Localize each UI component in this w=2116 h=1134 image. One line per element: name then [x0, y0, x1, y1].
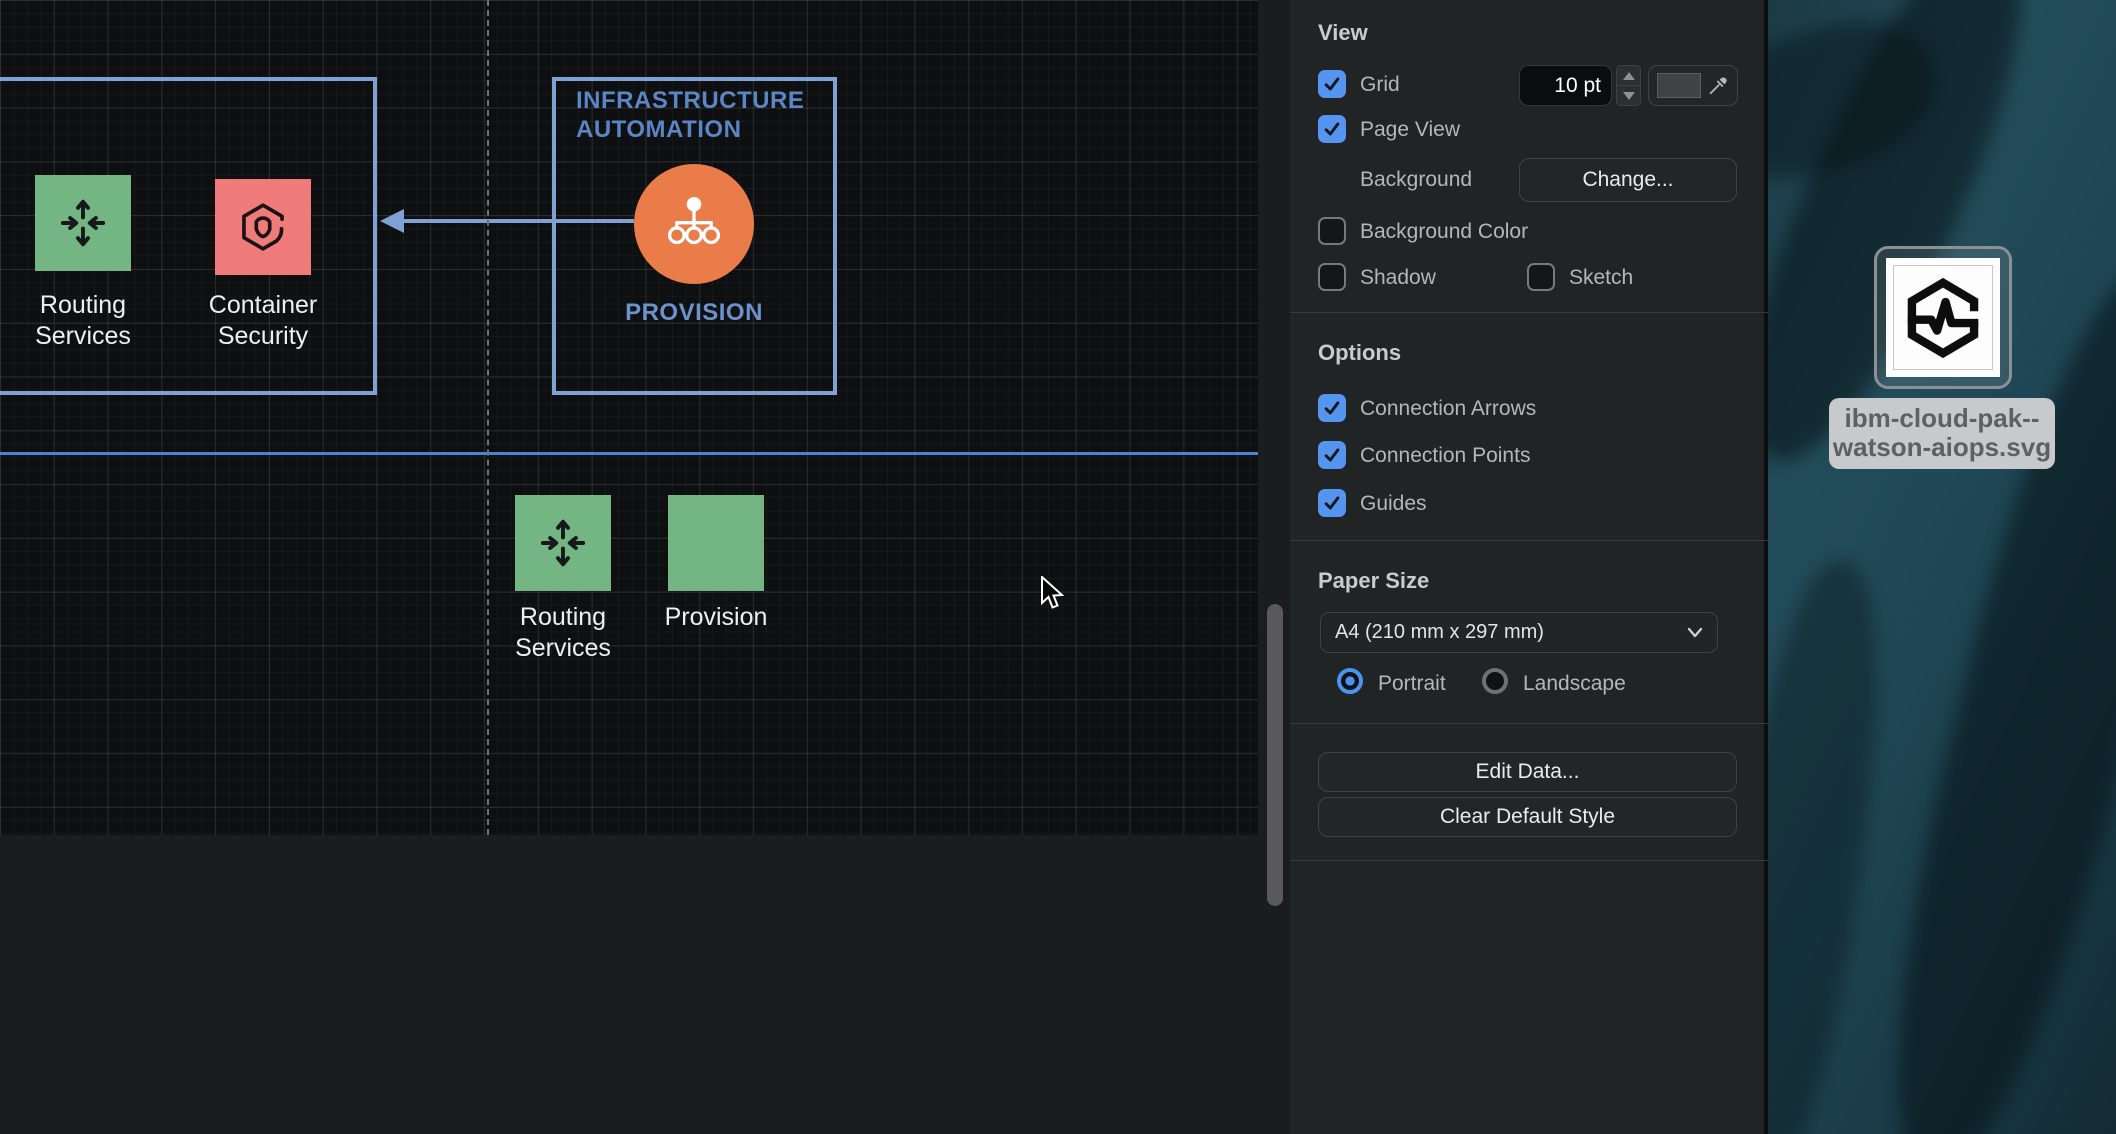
page-view-label: Page View [1360, 118, 1460, 142]
portrait-radio[interactable] [1337, 668, 1363, 694]
label-routing-services-2: Routing Services [478, 602, 648, 664]
guides-label: Guides [1360, 492, 1427, 516]
background-change-button[interactable]: Change... [1519, 158, 1737, 202]
paper-size-dropdown[interactable]: A4 (210 mm x 297 mm) [1320, 612, 1718, 653]
portrait-label: Portrait [1378, 672, 1446, 696]
checkmark-icon [1322, 493, 1342, 513]
desktop-file-icon[interactable] [1874, 246, 2012, 389]
drawing-canvas[interactable]: Routing Services Container Security I [0, 0, 1290, 1134]
wallpaper-shape [1768, 555, 1902, 1134]
grid-color-button[interactable] [1648, 65, 1738, 106]
checkmark-icon [1322, 119, 1342, 139]
section-divider [1290, 860, 1768, 861]
section-divider [1290, 312, 1768, 313]
routing-icon [535, 515, 591, 571]
background-label: Background [1360, 168, 1472, 192]
aiops-hexagon-pulse-icon [1901, 276, 1985, 360]
landscape-label: Landscape [1523, 672, 1626, 696]
options-section-header: Options [1318, 340, 1401, 366]
connection-arrows-checkbox[interactable] [1318, 394, 1346, 422]
landscape-radio[interactable] [1482, 668, 1508, 694]
screen: Routing Services Container Security I [0, 0, 2116, 1134]
shadow-checkbox[interactable] [1318, 263, 1346, 291]
connection-points-checkbox[interactable] [1318, 441, 1346, 469]
label-provision: PROVISION [594, 298, 794, 327]
grid-checkbox[interactable] [1318, 70, 1346, 98]
section-divider [1290, 540, 1768, 541]
mouse-cursor [1040, 576, 1066, 612]
guides-checkbox[interactable] [1318, 489, 1346, 517]
view-section-header: View [1318, 20, 1368, 46]
paper-size-value: A4 (210 mm x 297 mm) [1335, 621, 1544, 644]
grid-size-stepper[interactable] [1616, 65, 1641, 106]
svg-file-preview [1886, 258, 2000, 377]
edit-data-button[interactable]: Edit Data... [1318, 752, 1737, 792]
label-routing-services: Routing Services [0, 290, 168, 352]
label-provision-2: Provision [631, 602, 801, 633]
clear-default-style-button[interactable]: Clear Default Style [1318, 797, 1737, 837]
page-view-checkbox[interactable] [1318, 115, 1346, 143]
grid-label: Grid [1360, 73, 1400, 97]
eyedropper-icon [1707, 75, 1729, 97]
shadow-label: Shadow [1360, 266, 1436, 290]
connector-edge[interactable] [402, 219, 634, 223]
connection-arrows-label: Connection Arrows [1360, 397, 1536, 421]
stepper-down-button[interactable] [1616, 86, 1641, 106]
chevron-down-icon [1687, 627, 1703, 638]
svg-file-preview-border [1893, 265, 1993, 370]
sketch-label: Sketch [1569, 266, 1633, 290]
format-panel: View Grid 10 pt [1290, 0, 1768, 1134]
horizontal-blue-line[interactable] [0, 452, 1258, 455]
sketch-checkbox[interactable] [1527, 263, 1555, 291]
checkmark-icon [1322, 74, 1342, 94]
paper-size-section-header: Paper Size [1318, 568, 1429, 594]
node-routing-services[interactable] [35, 175, 131, 271]
container-security-icon [235, 199, 291, 255]
node-provision-2[interactable] [668, 495, 764, 591]
page-grid-area[interactable]: Routing Services Container Security I [0, 0, 1258, 835]
background-color-label: Background Color [1360, 220, 1528, 244]
checkmark-icon [1322, 445, 1342, 465]
connector-arrowhead [379, 206, 405, 236]
routing-icon [55, 195, 111, 251]
grid-size-input[interactable]: 10 pt [1519, 65, 1612, 106]
section-divider [1290, 723, 1768, 724]
node-routing-services-2[interactable] [515, 495, 611, 591]
node-container-security[interactable] [215, 179, 311, 275]
grid-color-swatch [1657, 73, 1701, 98]
background-color-checkbox[interactable] [1318, 217, 1346, 245]
page-break-dashed-line [487, 0, 489, 835]
vertical-scrollbar[interactable] [1267, 604, 1283, 906]
desktop-wallpaper: ibm-cloud-pak-- watson-aiops.svg [1768, 0, 2116, 1134]
node-provision[interactable] [634, 164, 754, 284]
connection-points-label: Connection Points [1360, 444, 1530, 468]
checkmark-icon [1322, 398, 1342, 418]
title-infrastructure-automation: INFRASTRUCTURE AUTOMATION [576, 86, 804, 144]
label-container-security: Container Security [178, 290, 348, 352]
stepper-up-button[interactable] [1616, 65, 1641, 86]
desktop-file-name[interactable]: ibm-cloud-pak-- watson-aiops.svg [1829, 398, 2055, 469]
provision-hierarchy-icon [661, 191, 727, 257]
